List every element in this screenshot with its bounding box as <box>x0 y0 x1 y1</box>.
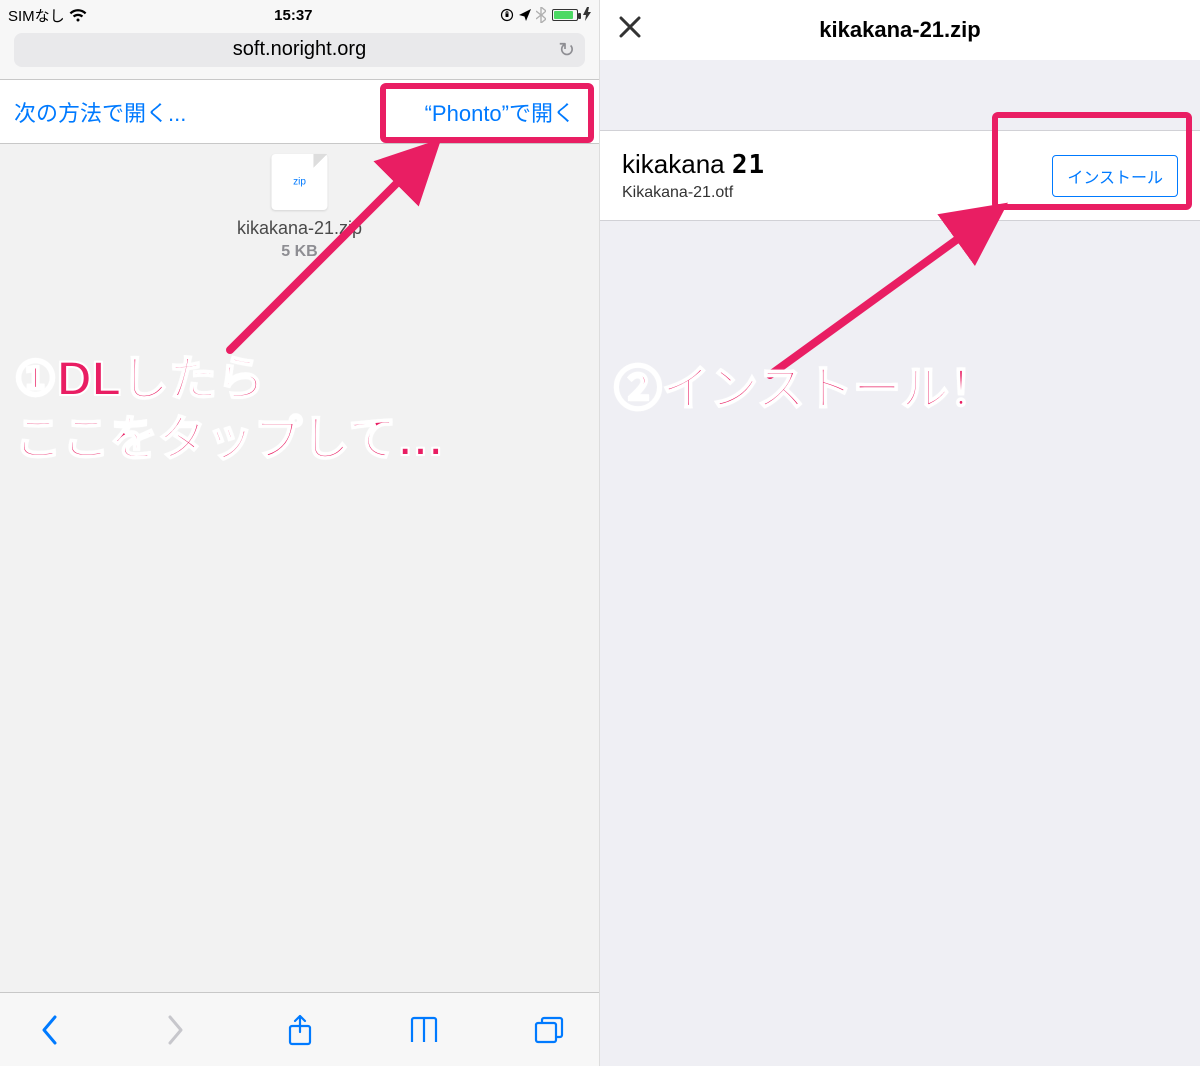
annotation-text-right: ②インストール！ <box>614 360 997 420</box>
install-button[interactable]: インストール <box>1052 155 1178 197</box>
phonto-header: kikakana-21.zip <box>600 0 1200 60</box>
reload-icon[interactable]: ↻ <box>558 37 575 62</box>
status-right <box>500 7 591 24</box>
close-button[interactable] <box>618 13 642 47</box>
font-display-name: kikakana 21 <box>622 149 765 180</box>
status-bar: SIMなし 15:37 <box>0 0 599 30</box>
phonto-screen: kikakana-21.zip kikakana 21 Kikakana-21.… <box>600 0 1200 1066</box>
charging-icon <box>583 7 591 24</box>
annotation-text-left: ①DLしたら ここをタップして… <box>14 350 445 470</box>
share-button[interactable] <box>278 1008 322 1052</box>
wifi-icon <box>69 8 87 22</box>
url-text: soft.noright.org <box>233 38 366 61</box>
clock: 15:37 <box>274 7 312 24</box>
bluetooth-icon <box>536 7 546 23</box>
open-with-button[interactable]: 次の方法で開く... <box>14 96 186 128</box>
font-filename: Kikakana-21.otf <box>622 184 765 202</box>
orientation-lock-icon <box>500 8 514 22</box>
location-icon <box>518 8 532 22</box>
font-info: kikakana 21 Kikakana-21.otf <box>622 149 765 202</box>
bookmarks-button[interactable] <box>402 1008 446 1052</box>
tabs-button[interactable] <box>527 1008 571 1052</box>
open-in-phonto-button[interactable]: “Phonto”で開く <box>415 92 585 132</box>
forward-button[interactable] <box>153 1008 197 1052</box>
phonto-title: kikakana-21.zip <box>819 17 980 43</box>
status-left: SIMなし <box>8 5 87 26</box>
spacer <box>600 60 1200 130</box>
annotation-arrow-left <box>200 130 480 360</box>
back-button[interactable] <box>28 1008 72 1052</box>
font-name-text: kikakana <box>622 149 732 179</box>
battery-icon <box>550 9 578 21</box>
address-field[interactable]: soft.noright.org ↻ <box>14 33 585 67</box>
url-bar: soft.noright.org ↻ <box>0 30 599 80</box>
carrier-label: SIMなし <box>8 5 65 26</box>
font-name-number: 21 <box>732 150 765 180</box>
safari-toolbar <box>0 992 599 1066</box>
